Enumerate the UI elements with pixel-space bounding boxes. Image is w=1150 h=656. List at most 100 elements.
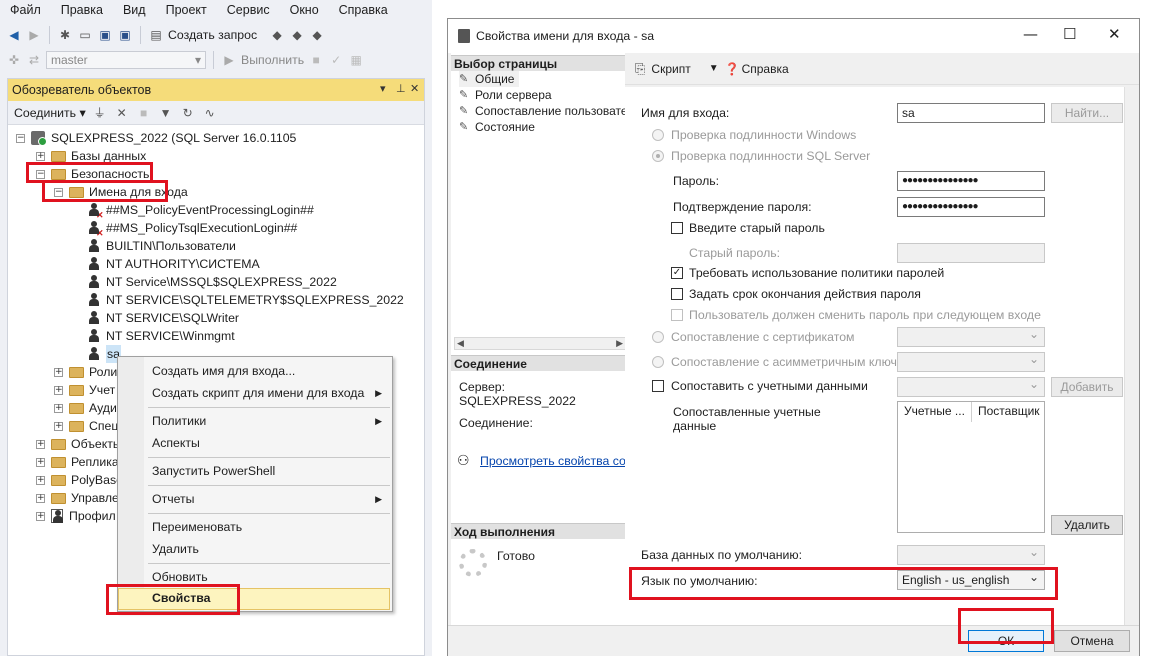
- tree-node[interactable]: + Ауди: [54, 399, 117, 417]
- mapped-credentials-grid[interactable]: Учетные ... Поставщик: [897, 401, 1045, 533]
- connect-icon[interactable]: ✜: [6, 52, 22, 68]
- default-db-select[interactable]: [897, 543, 1045, 565]
- back-icon[interactable]: ◀: [6, 27, 22, 43]
- grid-col-provider[interactable]: Поставщик: [972, 402, 1046, 422]
- connect-plug-icon[interactable]: ⏚: [92, 105, 108, 121]
- tree-node[interactable]: − Имена для входа: [54, 183, 188, 201]
- map-credential-checkbox[interactable]: [652, 380, 664, 392]
- tree-node[interactable]: + PolyBase: [36, 471, 123, 489]
- menu-project[interactable]: Проект: [156, 0, 217, 20]
- collapse-icon[interactable]: −: [36, 169, 45, 179]
- tree-node[interactable]: + Базы данных: [36, 147, 146, 165]
- password-input[interactable]: ●●●●●●●●●●●●●●●: [897, 171, 1045, 191]
- tree-node[interactable]: + Управле: [36, 489, 119, 507]
- menu-properties[interactable]: Свойства: [118, 588, 390, 610]
- close-icon[interactable]: ✕: [1108, 25, 1121, 43]
- page-user-mapping[interactable]: ✎ Сопоставление пользовате: [459, 103, 628, 119]
- menu-window[interactable]: Окно: [280, 0, 329, 20]
- new-query-icon[interactable]: ▤: [148, 27, 164, 43]
- tree-node[interactable]: + Роли: [54, 363, 117, 381]
- xmla-query-icon[interactable]: ◆: [309, 27, 325, 43]
- tree-node[interactable]: − SQLEXPRESS_2022 (SQL Server 16.0.1105: [16, 129, 296, 147]
- collapse-icon[interactable]: −: [54, 187, 63, 197]
- tree-node[interactable]: NT Service\MSSQL$SQLEXPRESS_2022: [88, 273, 337, 291]
- filter-icon[interactable]: ▼: [158, 105, 174, 121]
- expand-icon[interactable]: +: [54, 367, 63, 377]
- ok-button[interactable]: ОК: [968, 630, 1044, 652]
- plan-icon[interactable]: ▦: [348, 52, 364, 68]
- sql-auth-radio[interactable]: [652, 150, 664, 162]
- expand-icon[interactable]: +: [54, 403, 63, 413]
- menu-facets[interactable]: Аспекты: [152, 433, 200, 453]
- menu-reports[interactable]: Отчеты: [152, 489, 195, 509]
- menu-rename[interactable]: Переименовать: [152, 517, 242, 537]
- pages-hscrollbar[interactable]: ◀ ▶: [454, 337, 626, 350]
- disconnect-icon[interactable]: ✕: [114, 105, 130, 121]
- form-vscrollbar[interactable]: [1124, 87, 1139, 625]
- menu-view[interactable]: Вид: [113, 0, 156, 20]
- menu-edit[interactable]: Правка: [51, 0, 113, 20]
- script-dropdown-icon[interactable]: ▼: [709, 63, 719, 74]
- map-certificate-radio[interactable]: [652, 331, 664, 343]
- expand-icon[interactable]: +: [36, 151, 45, 161]
- find-button[interactable]: Найти...: [1051, 103, 1123, 123]
- tree-node[interactable]: ✕ ##MS_PolicyTsqlExecutionLogin##: [88, 219, 297, 238]
- menu-file[interactable]: Файл: [0, 0, 51, 20]
- new-query-button[interactable]: Создать запрос: [168, 28, 257, 42]
- tree-node[interactable]: + Учет: [54, 381, 115, 399]
- certificate-select[interactable]: [897, 325, 1045, 347]
- tree-node[interactable]: NT SERVICE\Winmgmt: [88, 327, 235, 345]
- maximize-icon[interactable]: ☐: [1063, 25, 1076, 43]
- panel-close-icon[interactable]: ✕: [410, 82, 419, 95]
- execute-button[interactable]: Выполнить: [241, 53, 304, 67]
- add-credential-button[interactable]: Добавить: [1051, 377, 1123, 397]
- tree-node[interactable]: + Реплика: [36, 453, 119, 471]
- dmx-query-icon[interactable]: ◆: [289, 27, 305, 43]
- menu-refresh[interactable]: Обновить: [152, 567, 208, 587]
- pin-icon[interactable]: ⊥: [396, 82, 406, 95]
- tree-node[interactable]: NT AUTHORITY\СИСТЕМА: [88, 255, 260, 273]
- open-file-icon[interactable]: ▭: [77, 27, 93, 43]
- old-password-checkbox[interactable]: [671, 222, 683, 234]
- tree-node[interactable]: NT SERVICE\SQLWriter: [88, 309, 239, 327]
- tree-node[interactable]: + Профил: [36, 507, 116, 525]
- tree-node[interactable]: BUILTIN\Пользователи: [88, 237, 236, 255]
- cancel-button[interactable]: Отмена: [1054, 630, 1130, 652]
- expand-icon[interactable]: +: [36, 493, 45, 503]
- stop-icon[interactable]: ■: [308, 52, 324, 68]
- page-status[interactable]: ✎ Состояние: [459, 119, 535, 135]
- tree-node[interactable]: + Спец: [54, 417, 118, 435]
- help-button[interactable]: Справка: [742, 62, 789, 76]
- menu-script-login[interactable]: Создать скрипт для имени для входа: [152, 383, 364, 403]
- enforce-policy-checkbox[interactable]: ✓: [671, 267, 683, 279]
- old-password-input[interactable]: [897, 243, 1045, 263]
- asymmetric-key-select[interactable]: [897, 350, 1045, 372]
- tree-node[interactable]: NT SERVICE\SQLTELEMETRY$SQLEXPRESS_2022: [88, 291, 404, 309]
- new-project-icon[interactable]: ✱: [57, 27, 73, 43]
- expand-icon[interactable]: +: [54, 385, 63, 395]
- tree-node[interactable]: ✕ ##MS_PolicyEventProcessingLogin##: [88, 201, 314, 220]
- tree-node[interactable]: + Объекты: [36, 435, 122, 453]
- parse-icon[interactable]: ✓: [328, 52, 344, 68]
- enforce-expiration-checkbox[interactable]: [671, 288, 683, 300]
- refresh-icon[interactable]: ↻: [180, 105, 196, 121]
- scroll-left-icon[interactable]: ◀: [457, 338, 464, 349]
- activity-monitor-icon[interactable]: ∿: [202, 105, 218, 121]
- script-button[interactable]: Скрипт: [651, 62, 690, 76]
- login-name-input[interactable]: sa: [897, 103, 1045, 123]
- credential-select[interactable]: [897, 375, 1045, 397]
- grid-col-credential[interactable]: Учетные ...: [898, 402, 972, 422]
- windows-auth-radio[interactable]: [652, 129, 664, 141]
- page-general[interactable]: ✎ Общие: [459, 71, 519, 87]
- confirm-password-input[interactable]: ●●●●●●●●●●●●●●●: [897, 197, 1045, 217]
- save-icon[interactable]: ▣: [97, 27, 113, 43]
- connect-dropdown-button[interactable]: Соединить ▾: [14, 106, 86, 120]
- forward-icon[interactable]: ▶: [26, 27, 42, 43]
- menu-delete[interactable]: Удалить: [152, 539, 199, 559]
- stop-icon[interactable]: ■: [136, 105, 152, 121]
- change-connection-icon[interactable]: ⇄: [26, 52, 42, 68]
- menu-powershell[interactable]: Запустить PowerShell: [152, 461, 275, 481]
- map-asymmetric-radio[interactable]: [652, 356, 664, 368]
- save-all-icon[interactable]: ▣: [117, 27, 133, 43]
- expand-icon[interactable]: +: [36, 457, 45, 467]
